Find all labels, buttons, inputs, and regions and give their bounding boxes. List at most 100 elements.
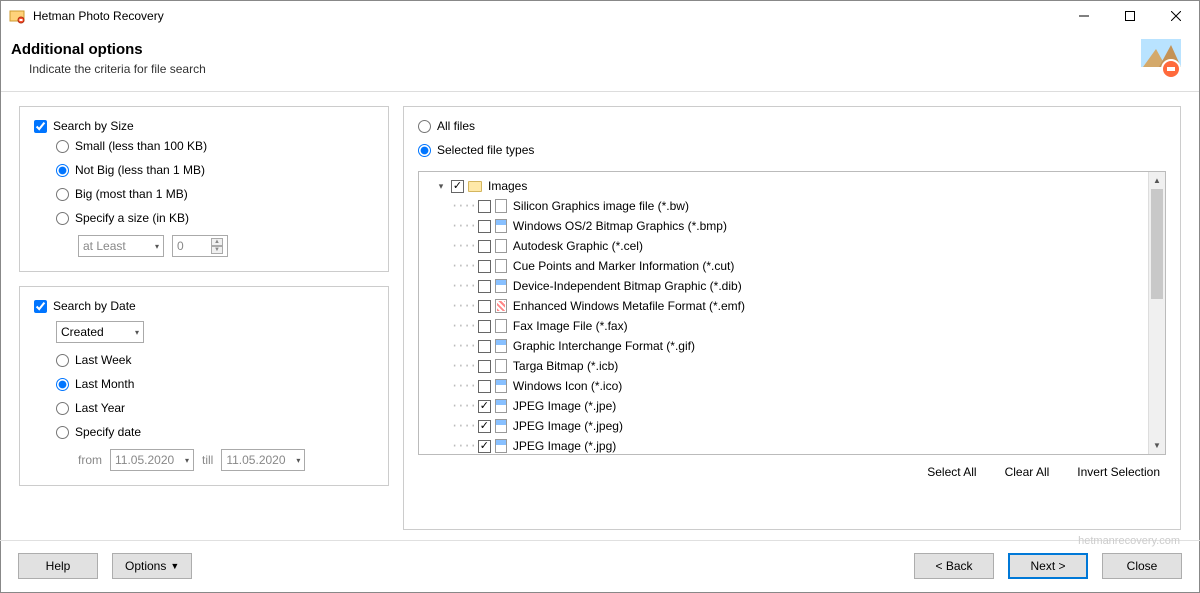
titlebar: Hetman Photo Recovery xyxy=(1,1,1199,31)
tree-item-label: JPEG Image (*.jpeg) xyxy=(513,419,623,433)
tree-item[interactable]: ····JPEG Image (*.jpeg) xyxy=(419,416,1148,436)
tree-item-label: Targa Bitmap (*.icb) xyxy=(513,359,618,373)
tree-item[interactable]: ····Enhanced Windows Metafile Format (*.… xyxy=(419,296,1148,316)
clear-all-button[interactable]: Clear All xyxy=(1005,465,1050,479)
file-icon xyxy=(495,419,507,433)
file-icon xyxy=(495,219,507,233)
all-files-radio[interactable]: All files xyxy=(418,119,1166,133)
date-field-select[interactable]: Created▾ xyxy=(56,321,144,343)
date-till-input[interactable]: 11.05.2020▾ xyxy=(221,449,305,471)
options-button[interactable]: Options▼ xyxy=(112,553,192,579)
tree-checkbox[interactable] xyxy=(478,440,491,453)
file-icon xyxy=(495,359,507,373)
tree-item[interactable]: ····Device-Independent Bitmap Graphic (*… xyxy=(419,276,1148,296)
file-icon xyxy=(495,259,507,273)
file-icon xyxy=(495,279,507,293)
tree-item[interactable]: ····Autodesk Graphic (*.cel) xyxy=(419,236,1148,256)
tree-item-label: JPEG Image (*.jpg) xyxy=(513,439,616,453)
tree-checkbox[interactable] xyxy=(478,400,491,413)
tree-checkbox[interactable] xyxy=(478,220,491,233)
tree-root-images[interactable]: ▾ Images xyxy=(419,176,1148,196)
page-subtitle: Indicate the criteria for file search xyxy=(29,62,1141,76)
tree-checkbox[interactable] xyxy=(478,340,491,353)
file-icon xyxy=(495,319,507,333)
file-icon xyxy=(495,379,507,393)
tree-item-label: Enhanced Windows Metafile Format (*.emf) xyxy=(513,299,745,313)
search-by-date-label: Search by Date xyxy=(53,299,136,313)
tree-item[interactable]: ····JPEG Image (*.jpe) xyxy=(419,396,1148,416)
date-week-radio[interactable]: Last Week xyxy=(56,353,374,367)
invert-selection-button[interactable]: Invert Selection xyxy=(1077,465,1160,479)
scroll-thumb[interactable] xyxy=(1151,189,1163,299)
tree-checkbox[interactable] xyxy=(478,240,491,253)
tree-checkbox[interactable] xyxy=(478,200,491,213)
tree-checkbox[interactable] xyxy=(451,180,464,193)
tree-root-label: Images xyxy=(488,179,527,193)
scroll-down-icon[interactable]: ▼ xyxy=(1149,437,1165,454)
app-icon xyxy=(9,8,25,24)
tree-checkbox[interactable] xyxy=(478,360,491,373)
close-wizard-button[interactable]: Close xyxy=(1102,553,1182,579)
size-big-radio[interactable]: Big (most than 1 MB) xyxy=(56,187,374,201)
back-button[interactable]: < Back xyxy=(914,553,994,579)
file-icon xyxy=(495,239,507,253)
date-from-input[interactable]: 11.05.2020▾ xyxy=(110,449,194,471)
size-notbig-radio[interactable]: Not Big (less than 1 MB) xyxy=(56,163,374,177)
file-icon xyxy=(495,199,507,213)
tree-item-label: Windows OS/2 Bitmap Graphics (*.bmp) xyxy=(513,219,727,233)
tree-item-label: Windows Icon (*.ico) xyxy=(513,379,622,393)
tree-checkbox[interactable] xyxy=(478,380,491,393)
minimize-button[interactable] xyxy=(1061,1,1107,31)
tree-item[interactable]: ····JPEG Image (*.jpg) xyxy=(419,436,1148,454)
close-button[interactable] xyxy=(1153,1,1199,31)
tree-item[interactable]: ····Windows OS/2 Bitmap Graphics (*.bmp) xyxy=(419,216,1148,236)
search-by-size-checkbox[interactable]: Search by Size xyxy=(34,119,374,133)
tree-item-label: Cue Points and Marker Information (*.cut… xyxy=(513,259,734,273)
tree-item[interactable]: ····Graphic Interchange Format (*.gif) xyxy=(419,336,1148,356)
size-specify-radio[interactable]: Specify a size (in KB) xyxy=(56,211,374,225)
selected-types-radio[interactable]: Selected file types xyxy=(418,143,1166,157)
scroll-up-icon[interactable]: ▲ xyxy=(1149,172,1165,189)
size-spinner[interactable]: ▲▼ xyxy=(211,238,223,254)
date-year-radio[interactable]: Last Year xyxy=(56,401,374,415)
file-types-panel: All files Selected file types ▾ Images ·… xyxy=(403,106,1181,530)
file-icon xyxy=(495,439,507,453)
tree-scrollbar[interactable]: ▲ ▼ xyxy=(1148,172,1165,454)
tree-item[interactable]: ····Cue Points and Marker Information (*… xyxy=(419,256,1148,276)
file-icon xyxy=(495,399,507,413)
size-small-radio[interactable]: Small (less than 100 KB) xyxy=(56,139,374,153)
help-button[interactable]: Help xyxy=(18,553,98,579)
from-label: from xyxy=(78,453,102,467)
date-specify-radio[interactable]: Specify date xyxy=(56,425,374,439)
watermark-text: hetmanrecovery.com xyxy=(1078,535,1180,547)
next-button[interactable]: Next > xyxy=(1008,553,1088,579)
tree-item[interactable]: ····Fax Image File (*.fax) xyxy=(419,316,1148,336)
till-label: till xyxy=(202,453,213,467)
header-logo xyxy=(1141,39,1181,79)
search-by-date-checkbox[interactable]: Search by Date xyxy=(34,299,374,313)
file-icon xyxy=(495,299,507,313)
search-by-date-panel: Search by Date Created▾ Last Week Last M… xyxy=(19,286,389,486)
tree-item[interactable]: ····Windows Icon (*.ico) xyxy=(419,376,1148,396)
file-types-tree: ▾ Images ····Silicon Graphics image file… xyxy=(418,171,1166,455)
maximize-button[interactable] xyxy=(1107,1,1153,31)
folder-icon xyxy=(468,181,482,192)
select-all-button[interactable]: Select All xyxy=(927,465,976,479)
search-by-size-panel: Search by Size Small (less than 100 KB) … xyxy=(19,106,389,272)
wizard-footer: hetmanrecovery.com Help Options▼ < Back … xyxy=(0,540,1200,593)
tree-item-label: Device-Independent Bitmap Graphic (*.dib… xyxy=(513,279,742,293)
tree-checkbox[interactable] xyxy=(478,260,491,273)
tree-checkbox[interactable] xyxy=(478,280,491,293)
size-value-input[interactable]: 0 ▲▼ xyxy=(172,235,228,257)
tree-item-label: Graphic Interchange Format (*.gif) xyxy=(513,339,695,353)
page-title: Additional options xyxy=(11,41,1141,58)
tree-checkbox[interactable] xyxy=(478,320,491,333)
tree-item[interactable]: ····Targa Bitmap (*.icb) xyxy=(419,356,1148,376)
tree-checkbox[interactable] xyxy=(478,300,491,313)
date-month-radio[interactable]: Last Month xyxy=(56,377,374,391)
tree-item[interactable]: ····Silicon Graphics image file (*.bw) xyxy=(419,196,1148,216)
tree-item-label: JPEG Image (*.jpe) xyxy=(513,399,616,413)
tree-checkbox[interactable] xyxy=(478,420,491,433)
expand-icon[interactable]: ▾ xyxy=(435,181,447,192)
size-atleast-select[interactable]: at Least▾ xyxy=(78,235,164,257)
